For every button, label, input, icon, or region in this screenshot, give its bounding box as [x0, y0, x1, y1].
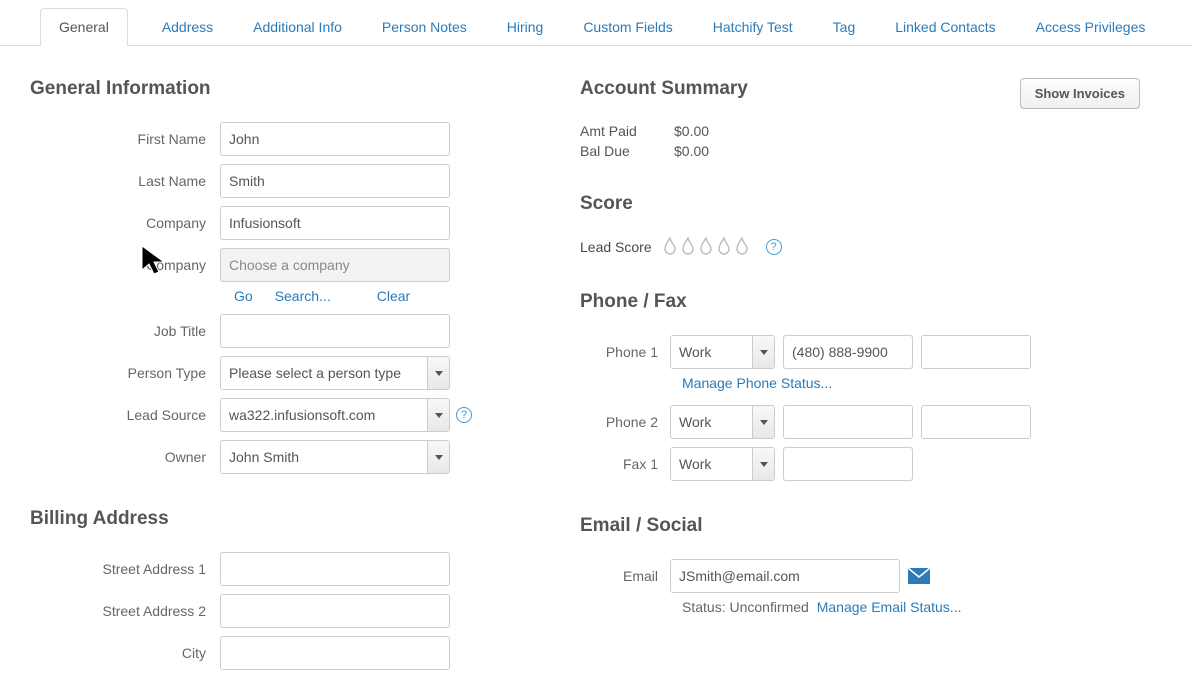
tab-linked-contacts[interactable]: Linked Contacts — [889, 9, 1001, 45]
company-label: Company — [30, 215, 220, 231]
flame-icon — [698, 237, 714, 257]
phone2-type-value: Work — [679, 414, 711, 430]
company-clear-link[interactable]: Clear — [377, 288, 410, 304]
tab-access-privileges[interactable]: Access Privileges — [1030, 9, 1152, 45]
city-input[interactable] — [220, 636, 450, 670]
help-icon[interactable]: ? — [456, 407, 472, 423]
flame-icon — [662, 237, 678, 257]
help-icon[interactable]: ? — [766, 239, 782, 255]
phone2-type-select[interactable]: Work — [670, 405, 775, 439]
mail-icon[interactable] — [908, 568, 930, 584]
amt-paid-value: $0.00 — [674, 123, 709, 139]
email-status-text: Status: Unconfirmed — [682, 599, 809, 615]
person-type-value: Please select a person type — [229, 365, 401, 381]
phone-heading: Phone / Fax — [580, 291, 1140, 313]
job-title-label: Job Title — [30, 323, 220, 339]
chevron-down-icon — [427, 357, 449, 389]
city-label: City — [30, 645, 220, 661]
phone1-ext-input[interactable] — [921, 335, 1031, 369]
phone1-type-select[interactable]: Work — [670, 335, 775, 369]
person-type-label: Person Type — [30, 365, 220, 381]
tab-tag[interactable]: Tag — [827, 9, 862, 45]
first-name-label: First Name — [30, 131, 220, 147]
first-name-input[interactable] — [220, 122, 450, 156]
tab-custom-fields[interactable]: Custom Fields — [577, 9, 678, 45]
phone2-number-input[interactable] — [783, 405, 913, 439]
job-title-input[interactable] — [220, 314, 450, 348]
fax1-number-input[interactable] — [783, 447, 913, 481]
owner-select[interactable]: John Smith — [220, 440, 450, 474]
phone1-number-input[interactable] — [783, 335, 913, 369]
flame-icon — [734, 237, 750, 257]
company-picker[interactable]: Choose a company — [220, 248, 450, 282]
lead-source-value: wa322.infusionsoft.com — [229, 407, 375, 423]
phone1-label: Phone 1 — [580, 344, 670, 360]
company-picker-text: Choose a company — [229, 257, 350, 273]
email-label: Email — [580, 568, 670, 584]
tab-person-notes[interactable]: Person Notes — [376, 9, 473, 45]
company-input[interactable] — [220, 206, 450, 240]
chevron-down-icon — [752, 406, 774, 438]
lead-source-select[interactable]: wa322.infusionsoft.com — [220, 398, 450, 432]
last-name-label: Last Name — [30, 173, 220, 189]
tab-address[interactable]: Address — [156, 9, 219, 45]
bal-due-label: Bal Due — [580, 143, 650, 159]
bal-due-value: $0.00 — [674, 143, 709, 159]
lead-score-flames — [662, 237, 750, 257]
email-heading: Email / Social — [580, 515, 1140, 537]
lead-score-label: Lead Score — [580, 239, 652, 255]
account-summary-heading: Account Summary — [580, 78, 748, 100]
manage-email-status-link[interactable]: Manage Email Status... — [817, 599, 962, 615]
company-picker-label: Company — [30, 257, 220, 273]
score-heading: Score — [580, 193, 1140, 215]
person-type-select[interactable]: Please select a person type — [220, 356, 450, 390]
phone2-ext-input[interactable] — [921, 405, 1031, 439]
flame-icon — [680, 237, 696, 257]
email-input[interactable] — [670, 559, 900, 593]
tab-hatchify-test[interactable]: Hatchify Test — [707, 9, 799, 45]
street2-label: Street Address 2 — [30, 603, 220, 619]
chevron-down-icon — [427, 399, 449, 431]
street1-input[interactable] — [220, 552, 450, 586]
street2-input[interactable] — [220, 594, 450, 628]
company-go-link[interactable]: Go — [234, 288, 253, 304]
tab-additional-info[interactable]: Additional Info — [247, 9, 348, 45]
fax1-type-value: Work — [679, 456, 711, 472]
street1-label: Street Address 1 — [30, 561, 220, 577]
general-heading: General Information — [30, 78, 550, 100]
tab-general[interactable]: General — [40, 8, 128, 46]
amt-paid-label: Amt Paid — [580, 123, 650, 139]
last-name-input[interactable] — [220, 164, 450, 198]
company-search-link[interactable]: Search... — [275, 288, 331, 304]
show-invoices-button[interactable]: Show Invoices — [1020, 78, 1140, 109]
chevron-down-icon — [427, 441, 449, 473]
owner-value: John Smith — [229, 449, 299, 465]
chevron-down-icon — [752, 336, 774, 368]
tab-hiring[interactable]: Hiring — [501, 9, 550, 45]
phone1-type-value: Work — [679, 344, 711, 360]
owner-label: Owner — [30, 449, 220, 465]
chevron-down-icon — [752, 448, 774, 480]
phone2-label: Phone 2 — [580, 414, 670, 430]
fax1-type-select[interactable]: Work — [670, 447, 775, 481]
billing-heading: Billing Address — [30, 508, 550, 530]
lead-source-label: Lead Source — [30, 407, 220, 423]
manage-phone-status-link[interactable]: Manage Phone Status... — [682, 375, 832, 391]
tabs-bar: General Address Additional Info Person N… — [0, 0, 1192, 46]
flame-icon — [716, 237, 732, 257]
fax1-label: Fax 1 — [580, 456, 670, 472]
